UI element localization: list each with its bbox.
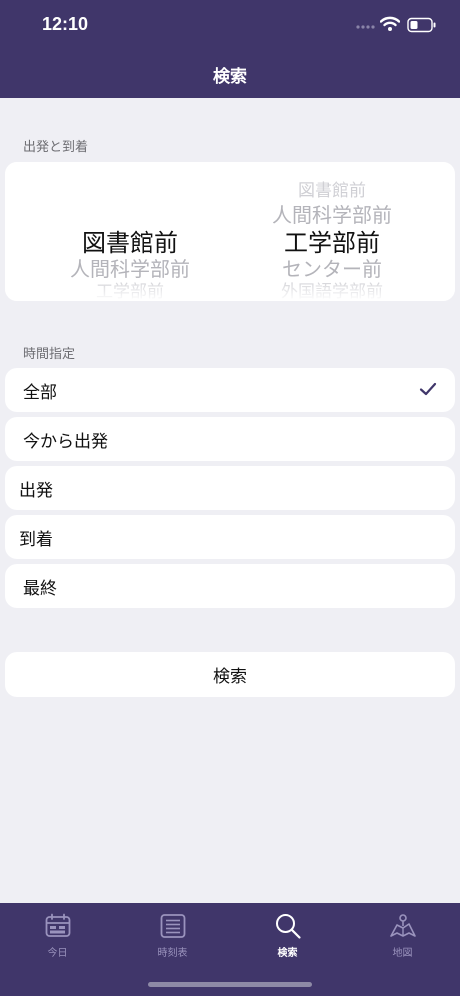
departure-option[interactable]: 工学部前: [96, 277, 164, 301]
time-option-last[interactable]: 最終: [5, 564, 455, 608]
search-icon: [276, 914, 301, 939]
time-option-depart[interactable]: 出発: [5, 466, 455, 510]
status-time: 12:10: [42, 14, 89, 34]
cellular-signal-icon: [356, 25, 375, 29]
home-indicator: [148, 982, 312, 987]
time-option-label: 全部: [23, 382, 57, 403]
map-icon: [390, 914, 416, 937]
tab-label: 今日: [47, 948, 68, 959]
time-option-all[interactable]: 全部: [5, 368, 455, 412]
tab-map[interactable]: 地図: [345, 903, 460, 973]
picker-fade-bottom: [5, 279, 455, 301]
page-title: 検索: [213, 67, 247, 87]
search-button[interactable]: 検索: [5, 652, 455, 697]
list-icon: [160, 914, 186, 938]
wifi-icon: [380, 16, 400, 31]
calendar-icon: [45, 913, 71, 937]
picker-fade-top: [5, 162, 455, 184]
time-section-label: 時間指定: [23, 347, 76, 362]
time-option-arrive[interactable]: 到着: [5, 515, 455, 559]
tab-label: 時刻表: [157, 948, 188, 959]
tab-search[interactable]: 検索: [230, 903, 345, 973]
time-option-label: 出発: [19, 480, 53, 501]
time-option-label: 最終: [23, 578, 57, 599]
time-option-depart-now[interactable]: 今から出発: [5, 417, 455, 461]
time-option-label: 今から出発: [23, 431, 108, 452]
checkmark-icon: [419, 382, 437, 396]
tab-today[interactable]: 今日: [0, 903, 115, 973]
station-picker[interactable]: 図書館前 人間科学部前 工学部前 図書館前 人間科学部前 工学部前 センター前 …: [5, 162, 455, 301]
time-option-label: 到着: [19, 529, 53, 550]
route-section-label: 出発と到着: [23, 140, 89, 155]
tab-timetable[interactable]: 時刻表: [115, 903, 230, 973]
battery-icon: [407, 17, 436, 33]
arrival-option[interactable]: 図書館前: [298, 176, 366, 201]
tab-label: 検索: [277, 948, 298, 959]
arrival-option[interactable]: 外国語学部前: [281, 277, 383, 301]
navigation-header: 12:10 検索: [0, 0, 460, 98]
tab-label: 地図: [392, 948, 413, 959]
